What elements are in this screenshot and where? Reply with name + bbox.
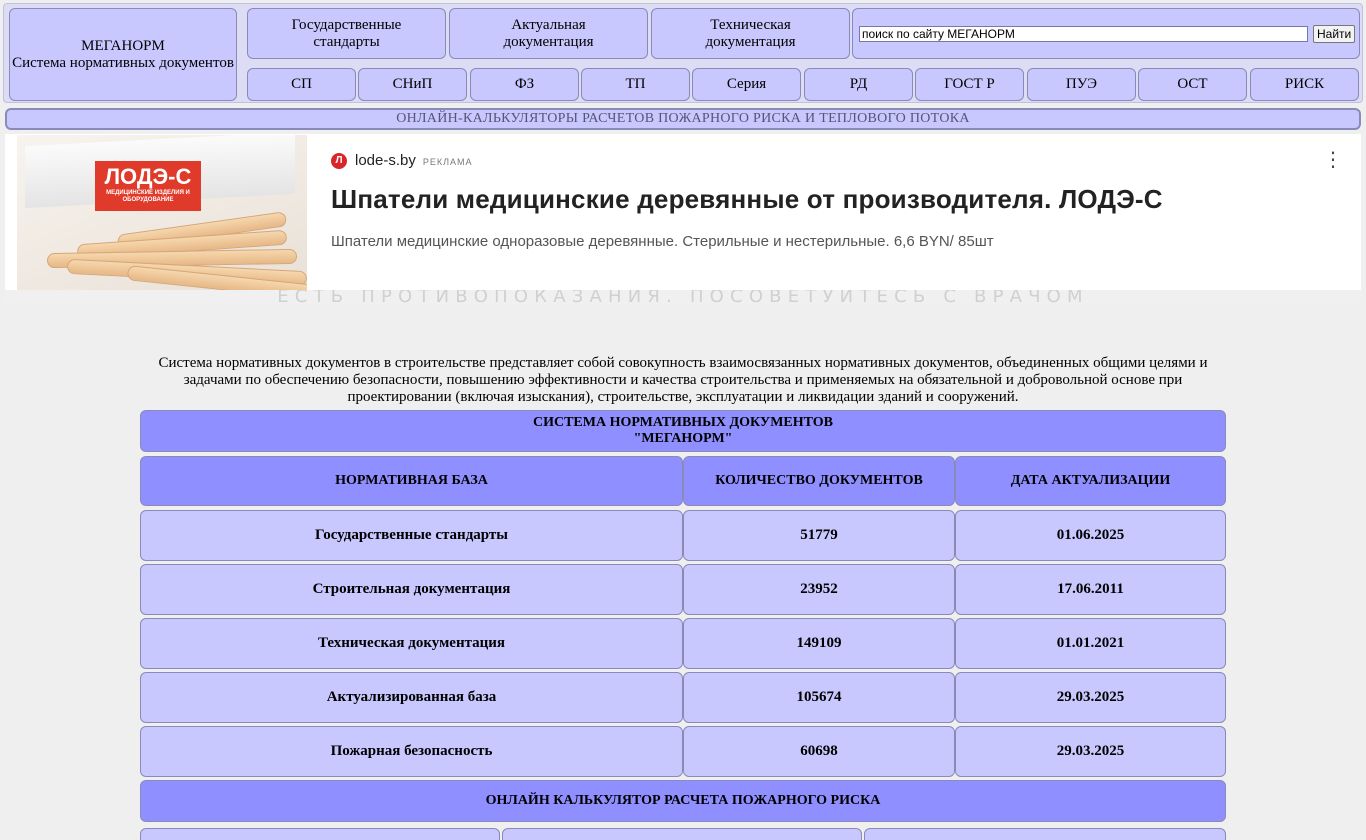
table-title-line1: СИСТЕМА НОРМАТИВНЫХ ДОКУМЕНТОВ xyxy=(532,415,834,430)
table-title-line2: "МЕГАНОРМ" xyxy=(633,431,733,446)
fire-risk-calculators-banner[interactable]: ОНЛАЙН-КАЛЬКУЛЯТОРЫ РАСЧЕТОВ ПОЖАРНОГО Р… xyxy=(5,108,1361,130)
subnav-rd[interactable]: РД xyxy=(804,68,913,101)
table-title: СИСТЕМА НОРМАТИВНЫХ ДОКУМЕНТОВ "МЕГАНОРМ… xyxy=(140,410,1226,452)
nav-label-line2: документация xyxy=(705,33,796,50)
table-row-date: 17.06.2011 xyxy=(955,564,1226,615)
fire-risk-calculator-header[interactable]: ОНЛАЙН КАЛЬКУЛЯТОР РАСЧЕТА ПОЖАРНОГО РИС… xyxy=(140,780,1226,822)
table-row-name[interactable]: Строительная документация xyxy=(140,564,683,615)
subnav-fz[interactable]: ФЗ xyxy=(470,68,579,101)
search-form: Найти xyxy=(852,8,1360,59)
calc-item[interactable] xyxy=(864,828,1226,840)
column-header-count: КОЛИЧЕСТВО ДОКУМЕНТОВ xyxy=(683,456,955,506)
table-row-date: 29.03.2025 xyxy=(955,726,1226,777)
table-row-date: 01.06.2025 xyxy=(955,510,1226,561)
ad-title-link[interactable]: Шпатели медицинские деревянные от произв… xyxy=(331,184,1163,215)
subnav-risk[interactable]: РИСК xyxy=(1250,68,1359,101)
column-header-date: ДАТА АКТУАЛИЗАЦИИ xyxy=(955,456,1226,506)
ad-label: РЕКЛАМА xyxy=(422,157,473,167)
table-row-count: 60698 xyxy=(683,726,955,777)
subnav-series[interactable]: Серия xyxy=(692,68,801,101)
ad-brand-logo: ЛОДЭ-С МЕДИЦИНСКИЕ ИЗДЕЛИЯ И ОБОРУДОВАНИ… xyxy=(95,161,201,211)
table-row-name[interactable]: Актуализированная база xyxy=(140,672,683,723)
search-button[interactable]: Найти xyxy=(1313,24,1356,43)
logo-subtitle: Система нормативных документов xyxy=(12,54,234,71)
subnav-snip[interactable]: СНиП xyxy=(358,68,467,101)
ad-domain-link[interactable]: lode-s.by xyxy=(355,152,416,169)
nav-label-line1: Техническая xyxy=(710,16,791,33)
table-row-count: 105674 xyxy=(683,672,955,723)
ad-medical-warning: ЕСТЬ ПРОТИВОПОКАЗАНИЯ. ПОСОВЕТУЙТЕСЬ С В… xyxy=(5,290,1361,304)
table-row-name[interactable]: Техническая документация xyxy=(140,618,683,669)
nav-label-line2: документация xyxy=(503,33,594,50)
nav-state-standards[interactable]: Государственные стандарты xyxy=(247,8,446,59)
ad-image[interactable]: ЛОДЭ-С МЕДИЦИНСКИЕ ИЗДЕЛИЯ И ОБОРУДОВАНИ… xyxy=(17,135,307,290)
table-row-name[interactable]: Пожарная безопасность xyxy=(140,726,683,777)
table-row-date: 29.03.2025 xyxy=(955,672,1226,723)
table-row-count: 149109 xyxy=(683,618,955,669)
calc-item[interactable] xyxy=(140,828,500,840)
advertisement: ЛОДЭ-С МЕДИЦИНСКИЕ ИЗДЕЛИЯ И ОБОРУДОВАНИ… xyxy=(5,134,1361,304)
ad-logo-subtitle: МЕДИЦИНСКИЕ ИЗДЕЛИЯ И ОБОРУДОВАНИЕ xyxy=(106,190,190,203)
subnav-gost-r[interactable]: ГОСТ Р xyxy=(915,68,1024,101)
table-row-name[interactable]: Государственные стандарты xyxy=(140,510,683,561)
table-row-count: 51779 xyxy=(683,510,955,561)
ad-source: Л lode-s.by РЕКЛАМА xyxy=(331,152,473,169)
more-vertical-icon[interactable]: ⋮ xyxy=(1323,150,1343,170)
nav-label-line1: Актуальная xyxy=(511,16,586,33)
subnav-ost[interactable]: ОСТ xyxy=(1138,68,1247,101)
ad-description: Шпатели медицинские одноразовые деревянн… xyxy=(331,233,994,250)
table-row-count: 23952 xyxy=(683,564,955,615)
subnav-sp[interactable]: СП xyxy=(247,68,356,101)
logo-title: МЕГАНОРМ xyxy=(81,37,165,54)
column-header-base: НОРМАТИВНАЯ БАЗА xyxy=(140,456,683,506)
nav-label-line1: Государственные xyxy=(291,16,402,33)
ad-favicon-icon: Л xyxy=(331,152,347,169)
search-input[interactable] xyxy=(859,25,1308,42)
site-header: МЕГАНОРМ Система нормативных документов … xyxy=(3,3,1363,103)
nav-label-line2: стандарты xyxy=(313,33,380,50)
calc-item[interactable] xyxy=(502,828,862,840)
nav-technical-documentation[interactable]: Техническая документация xyxy=(651,8,850,59)
intro-text: Система нормативных документов в строите… xyxy=(158,355,1208,405)
table-row-date: 01.01.2021 xyxy=(955,618,1226,669)
site-logo[interactable]: МЕГАНОРМ Система нормативных документов xyxy=(9,8,237,101)
subnav-pue[interactable]: ПУЭ xyxy=(1027,68,1136,101)
subnav-tp[interactable]: ТП xyxy=(581,68,690,101)
ad-logo-text: ЛОДЭ-С xyxy=(104,164,192,189)
nav-actual-documentation[interactable]: Актуальная документация xyxy=(449,8,648,59)
